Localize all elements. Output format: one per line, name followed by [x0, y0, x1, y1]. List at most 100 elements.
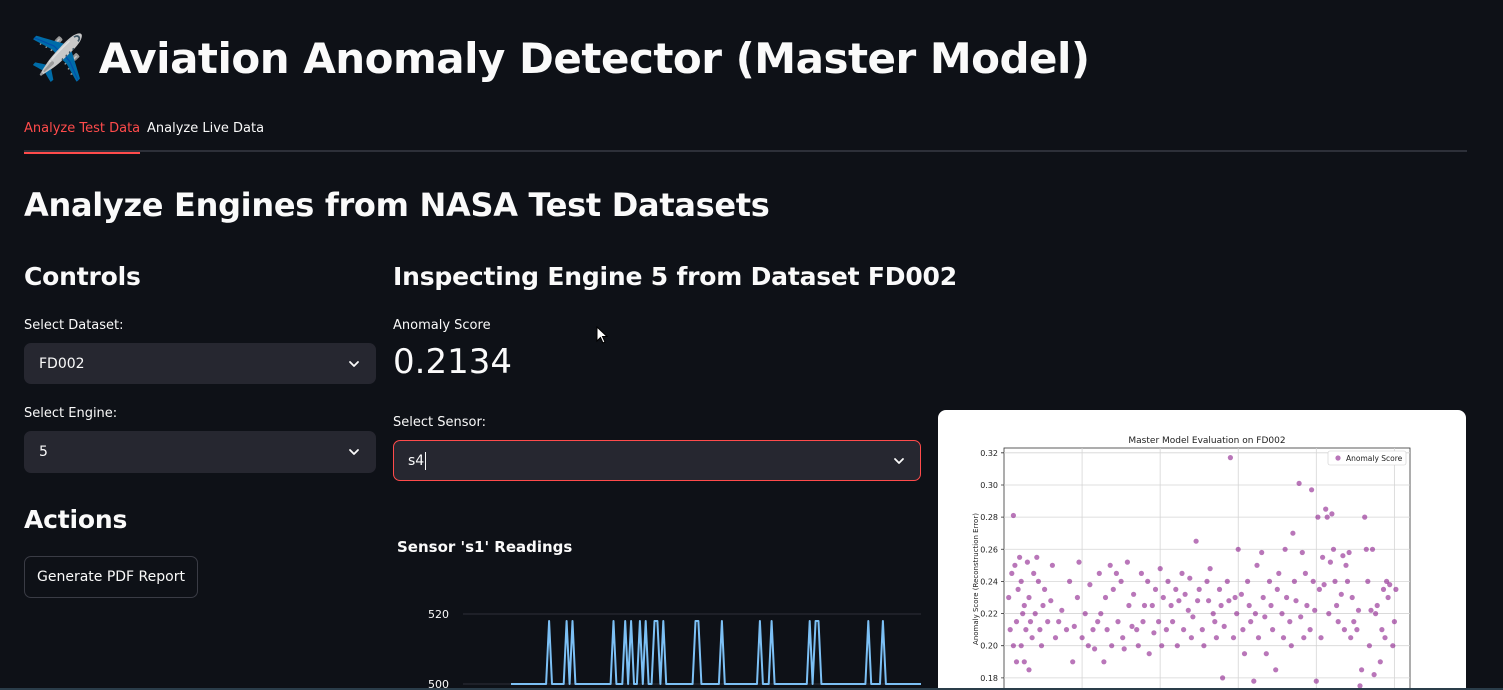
scatter-point [1015, 586, 1021, 592]
scatter-point [1385, 594, 1391, 601]
engine-select[interactable]: 5 [24, 431, 376, 473]
scatter-point [1021, 659, 1027, 665]
scatter-point [1332, 578, 1338, 584]
scatter-point [1026, 594, 1032, 601]
scatter-point [1009, 570, 1015, 576]
scatter-point [1026, 667, 1032, 673]
scatter-point [1146, 651, 1152, 657]
scatter-point [1309, 487, 1315, 493]
scatter-point [1204, 578, 1210, 584]
scatter-point [1369, 546, 1376, 552]
tab-analyze-live-data[interactable]: Analyze Live Data [147, 118, 264, 152]
scatter-point [1140, 619, 1146, 625]
scatter-point [1207, 566, 1213, 572]
scatter-point [1168, 602, 1174, 609]
sensor-select[interactable]: s4 [393, 440, 921, 481]
scatter-point [1095, 619, 1101, 625]
scatter-point [1174, 643, 1180, 649]
scatter-point [1387, 582, 1393, 588]
scatter-point [1056, 619, 1062, 625]
scatter-point [1017, 554, 1023, 560]
scatter-plot-frame [1003, 447, 1411, 690]
scatter-y-tick-label: 0.22 [980, 610, 998, 619]
scatter-y-axis-label: Anomaly Score (Reconstruction Error) [972, 513, 980, 645]
scatter-point [1270, 627, 1276, 633]
scatter-point [1220, 675, 1226, 681]
scatter-point [1368, 607, 1374, 613]
scatter-point [1290, 530, 1296, 536]
scatter-point [1010, 643, 1016, 649]
scatter-point [1312, 607, 1318, 613]
scatter-point [1326, 611, 1332, 617]
scatter-point [1038, 643, 1045, 649]
scatter-point [1379, 627, 1385, 633]
scatter-point [1321, 582, 1327, 588]
inspect-heading: Inspecting Engine 5 from Dataset FD002 [393, 262, 957, 291]
scatter-point [1212, 619, 1218, 625]
scatter-point [1074, 594, 1080, 601]
scatter-point [1299, 549, 1305, 556]
tab-analyze-test-data[interactable]: Analyze Test Data [24, 118, 141, 154]
sensor-select-value: s4 [408, 452, 425, 469]
sensor-series-line [511, 620, 921, 685]
scatter-point [1254, 562, 1260, 568]
scatter-point [1067, 578, 1073, 584]
scatter-point [1131, 591, 1137, 597]
scatter-point [1282, 546, 1288, 552]
scatter-point [1390, 643, 1396, 649]
scatter-point [1304, 602, 1310, 609]
scatter-point [1248, 619, 1254, 625]
scatter-point [1109, 643, 1115, 649]
scatter-point [1380, 586, 1387, 592]
text-caret [425, 451, 427, 470]
sensor-line-chart: 520500 [428, 608, 921, 690]
scatter-point [1006, 594, 1012, 601]
dataset-select[interactable]: FD002 [24, 343, 376, 384]
app-title-text: Aviation Anomaly Detector (Master Model) [98, 34, 1090, 83]
scatter-point [1141, 602, 1148, 609]
scatter-point [1276, 570, 1282, 576]
scatter-y-tick-label: 0.26 [980, 545, 998, 554]
scatter-point [1190, 614, 1196, 620]
mouse-cursor-icon [596, 326, 609, 344]
scatter-point [1310, 578, 1316, 584]
generate-pdf-report-button[interactable]: Generate PDF Report [24, 556, 198, 598]
scatter-point [1216, 586, 1223, 592]
scatter-point [1329, 511, 1335, 517]
scatter-point [1159, 643, 1165, 649]
scatter-point [1296, 480, 1302, 486]
scatter-legend-label: Anomaly Score [1346, 454, 1403, 463]
scatter-point [1245, 578, 1251, 584]
scatter-point [1045, 619, 1051, 625]
scatter-point [1201, 643, 1207, 649]
scatter-point [1335, 619, 1341, 625]
scatter-point [1090, 627, 1096, 633]
scatter-point [1098, 611, 1104, 617]
actions-heading: Actions [24, 505, 128, 534]
scatter-y-tick-label: 0.28 [980, 513, 998, 522]
scatter-point [1135, 643, 1141, 649]
scatter-point [1346, 549, 1352, 556]
scatter-point [1048, 598, 1054, 604]
scatter-point [1029, 635, 1035, 641]
scatter-point [1170, 619, 1176, 625]
scatter-point [1262, 614, 1268, 620]
engine-label: Select Engine: [24, 406, 118, 421]
scatter-point [1318, 635, 1324, 641]
tab-bar: Analyze Test Data Analyze Live Data [24, 118, 1467, 154]
scatter-point [1187, 575, 1193, 581]
scatter-point [1035, 578, 1041, 584]
scatter-point [1152, 586, 1159, 592]
scatter-point [1226, 598, 1232, 604]
scatter-point [1160, 594, 1166, 601]
page-heading: Analyze Engines from NASA Test Datasets [24, 186, 770, 224]
scatter-point [1149, 602, 1155, 609]
scatter-point [1070, 659, 1076, 665]
scatter-point [1052, 635, 1059, 641]
scatter-point [1101, 659, 1107, 665]
scatter-point [1284, 594, 1290, 601]
scatter-point [1165, 578, 1171, 584]
scatter-point [1113, 570, 1119, 576]
scatter-point [1287, 619, 1293, 625]
scatter-point [1327, 559, 1333, 565]
